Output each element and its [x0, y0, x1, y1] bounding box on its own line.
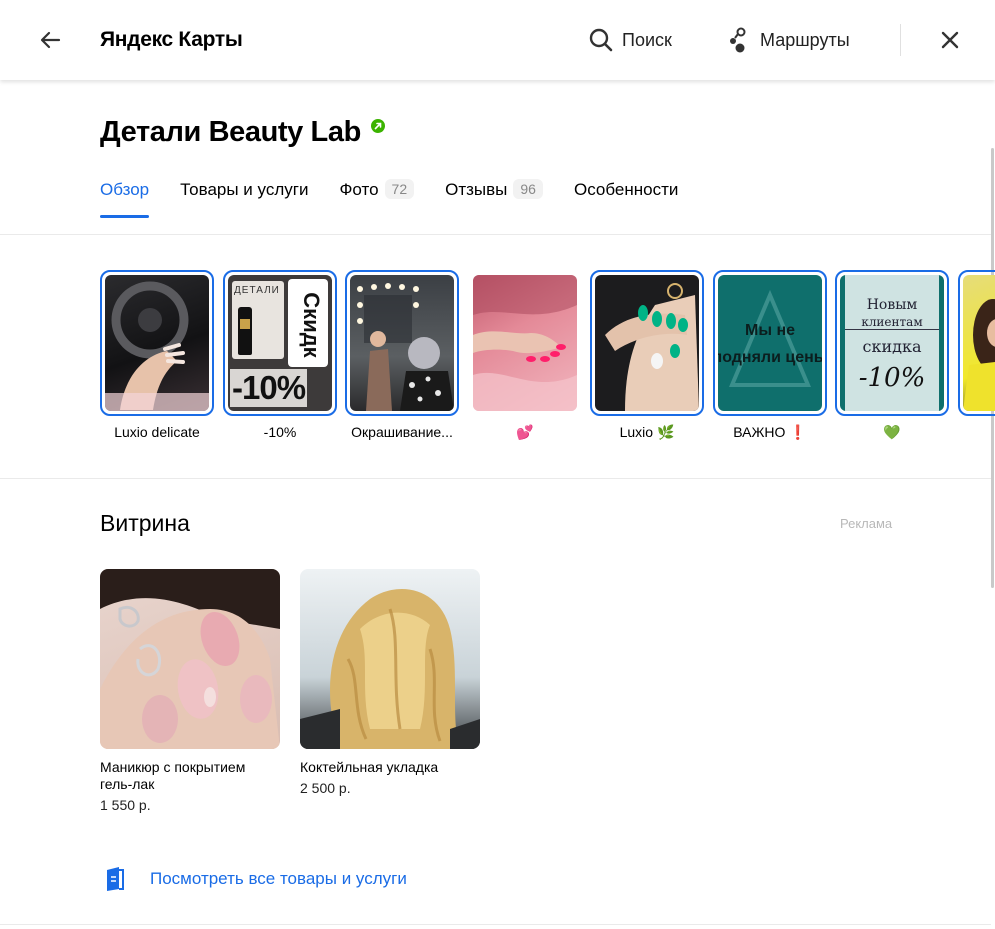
- story-image-text: ДЕТАЛИ: [234, 285, 280, 296]
- story-image: [595, 275, 699, 411]
- story-item[interactable]: Luxio delicate: [100, 270, 214, 440]
- photo-count-badge: 72: [384, 179, 415, 199]
- close-button[interactable]: [936, 26, 964, 54]
- tab-reviews[interactable]: Отзывы 96: [445, 179, 543, 218]
- ad-label: Реклама: [840, 516, 893, 531]
- divider: [0, 234, 991, 235]
- story-thumbnail[interactable]: [468, 270, 582, 416]
- tab-goods-services[interactable]: Товары и услуги: [180, 180, 308, 218]
- routes-label: Маршруты: [760, 29, 850, 50]
- product-card[interactable]: Маникюр с покрытием гель-лак 1 550 р.: [100, 569, 280, 813]
- tab-label: Отзывы: [445, 180, 508, 199]
- tab-label: Обзор: [100, 180, 150, 199]
- view-all-goods-link[interactable]: Посмотреть все товары и услуги: [104, 866, 407, 892]
- divider: [0, 924, 991, 925]
- story-thumbnail[interactable]: Мы не подняли цены: [713, 270, 827, 416]
- tab-features[interactable]: Особенности: [574, 180, 678, 218]
- routes-button[interactable]: Маршруты: [726, 26, 850, 54]
- story-image-text: -10%: [858, 363, 926, 393]
- product-card[interactable]: Коктейльная укладка 2 500 р.: [300, 569, 480, 796]
- story-image-text: -10%: [230, 369, 308, 407]
- story-label: 💚: [883, 424, 901, 440]
- catalog-icon: [107, 867, 124, 891]
- story-thumbnail[interactable]: [100, 270, 214, 416]
- story-image: [473, 275, 577, 411]
- story-image: Мы не подняли цены: [718, 275, 822, 411]
- story-thumbnail[interactable]: [590, 270, 704, 416]
- verified-badge-icon: [371, 119, 385, 133]
- story-image: [350, 275, 454, 411]
- story-image: ДЕТАЛИ Скидк -10%: [228, 275, 332, 411]
- arrow-left-icon: [40, 31, 61, 49]
- story-image-text: Новым: [866, 297, 918, 313]
- header-divider: [900, 24, 901, 56]
- story-item[interactable]: Новым клиентам скидка -10% 💚: [835, 270, 949, 441]
- showcase-title: Витрина: [100, 510, 190, 536]
- story-thumbnail[interactable]: ДЕТАЛИ Скидк -10%: [223, 270, 337, 416]
- tab-overview[interactable]: Обзор: [100, 180, 150, 218]
- tab-label: Товары и услуги: [180, 180, 309, 199]
- product-price: 2 500 р.: [300, 780, 351, 796]
- back-button[interactable]: [36, 26, 64, 54]
- review-count-badge: 96: [513, 179, 543, 199]
- story-item[interactable]: Luxio 🌿: [590, 270, 704, 441]
- story-image-text: Мы не подняли цены: [718, 322, 822, 366]
- search-icon: [589, 28, 613, 52]
- story-image: [105, 275, 209, 411]
- product-price: 1 550 р.: [100, 797, 151, 813]
- story-thumbnail[interactable]: Новым клиентам скидка -10%: [835, 270, 949, 416]
- story-image: Новым клиентам скидка -10%: [840, 275, 944, 411]
- story-label: Luxio 🌿: [619, 424, 675, 440]
- story-item[interactable]: Окрашивание...: [345, 270, 459, 440]
- view-all-goods-label: Посмотреть все товары и услуги: [150, 869, 407, 888]
- close-icon: [941, 31, 959, 49]
- story-label: ВАЖНО ❗: [733, 424, 807, 440]
- tab-bar: Обзор Товары и услуги Фото 72 Отзывы 96 …: [100, 179, 709, 220]
- product-name: Коктейльная укладка: [300, 759, 439, 775]
- search-label: Поиск: [622, 29, 672, 50]
- story-item[interactable]: Мы не подняли цены ВАЖНО ❗: [713, 270, 827, 441]
- product-name: Маникюр с покрытием гель-лак: [100, 759, 246, 792]
- stories-carousel[interactable]: Luxio delicate ДЕТАЛИ Скидк -10% -10% Ок…: [100, 270, 995, 450]
- story-label: По: [958, 424, 995, 440]
- story-label: -10%: [263, 424, 297, 440]
- top-bar: Яндекс Карты Поиск Маршруты: [0, 0, 995, 80]
- story-label: 💕: [516, 424, 534, 440]
- story-label: Окрашивание...: [351, 424, 453, 440]
- story-image-text: клиентам: [845, 315, 939, 330]
- tab-label: Особенности: [573, 180, 679, 199]
- tab-label: Фото: [339, 180, 379, 199]
- story-thumbnail[interactable]: [345, 270, 459, 416]
- story-label: Luxio delicate: [114, 424, 200, 440]
- story-image-text: Скидк: [299, 292, 324, 358]
- story-item[interactable]: ДЕТАЛИ Скидк -10% -10%: [223, 270, 337, 440]
- story-item[interactable]: По: [958, 270, 995, 440]
- divider: [0, 478, 991, 479]
- story-image: [963, 275, 995, 411]
- story-thumbnail[interactable]: [958, 270, 995, 416]
- story-image-text: скидка: [862, 337, 922, 356]
- place-title: Детали Beauty Lab: [100, 116, 361, 148]
- story-item[interactable]: 💕: [468, 270, 582, 441]
- product-image: [300, 569, 480, 749]
- search-button[interactable]: Поиск: [588, 26, 672, 54]
- tab-photos[interactable]: Фото 72: [339, 179, 415, 218]
- product-image: [100, 569, 280, 749]
- app-title[interactable]: Яндекс Карты: [100, 28, 243, 52]
- route-icon: [730, 27, 746, 53]
